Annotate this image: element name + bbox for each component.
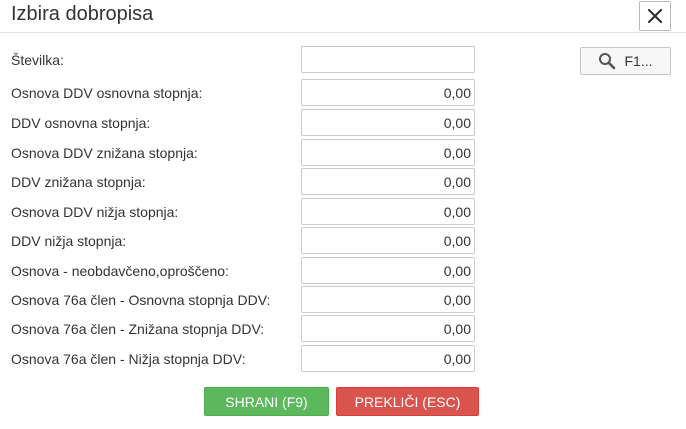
input-vat-standard[interactable] [301, 109, 475, 136]
close-button[interactable] [639, 1, 671, 31]
row-label-base-exempt: Osnova - neobdavčeno,oproščeno: [11, 263, 229, 279]
number-input[interactable] [301, 46, 475, 73]
input-base-vat-reduced[interactable] [301, 139, 475, 166]
input-76a-standard[interactable] [301, 286, 475, 313]
row-label-base-vat-lower: Osnova DDV nižja stopnja: [11, 204, 179, 220]
row-label-base-vat-reduced: Osnova DDV znižana stopnja: [11, 145, 198, 161]
search-button-label: F1... [624, 53, 653, 69]
number-label: Številka: [11, 52, 64, 68]
row-label-vat-lower: DDV nižja stopnja: [11, 233, 127, 249]
save-button[interactable]: SHRANI (F9) [204, 387, 329, 416]
row-label-vat-standard: DDV osnovna stopnja: [11, 115, 151, 131]
search-icon [599, 53, 616, 70]
input-76a-reduced[interactable] [301, 315, 475, 342]
credit-note-dialog: Izbira dobropisa Številka: F1... Osnova … [0, 0, 686, 429]
close-icon [648, 9, 662, 23]
row-label-base-vat-standard: Osnova DDV osnovna stopnja: [11, 85, 203, 101]
input-vat-reduced[interactable] [301, 168, 475, 195]
input-base-vat-lower[interactable] [301, 198, 475, 225]
cancel-button[interactable]: PREKLIČI (ESC) [336, 387, 479, 416]
input-base-vat-standard[interactable] [301, 79, 475, 106]
row-label-vat-reduced: DDV znižana stopnja: [11, 174, 146, 190]
row-label-76a-standard: Osnova 76a člen - Osnovna stopnja DDV: [11, 292, 271, 308]
input-vat-lower[interactable] [301, 227, 475, 254]
search-button[interactable]: F1... [580, 47, 671, 75]
input-76a-lower[interactable] [301, 345, 475, 372]
dialog-title: Izbira dobropisa [11, 3, 154, 25]
row-label-76a-reduced: Osnova 76a člen - Znižana stopnja DDV: [11, 321, 265, 337]
dialog-header: Izbira dobropisa [0, 0, 686, 33]
input-base-exempt[interactable] [301, 257, 475, 284]
row-label-76a-lower: Osnova 76a člen - Nižja stopnja DDV: [11, 351, 246, 367]
